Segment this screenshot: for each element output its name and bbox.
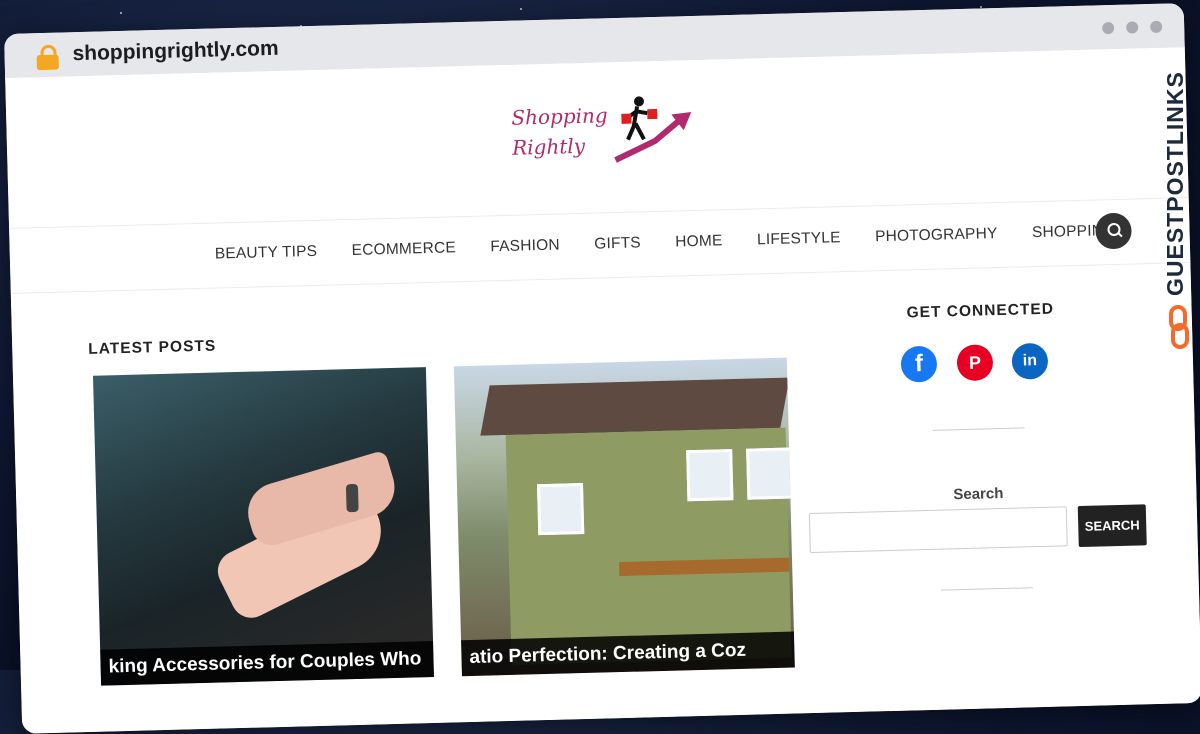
sidebar-divider xyxy=(932,427,1025,431)
window-controls xyxy=(1090,20,1163,40)
post-image xyxy=(480,377,790,436)
linkedin-icon[interactable]: in xyxy=(1011,342,1049,380)
search-toggle-button[interactable] xyxy=(1095,212,1133,250)
post-card[interactable]: atio Perfection: Creating a Coz xyxy=(453,357,795,677)
logo-line-1: Shopping xyxy=(511,103,608,130)
nav-item-beauty-tips[interactable]: BEAUTY TIPS xyxy=(215,243,318,264)
address-bar-url[interactable]: shoppingrightly.com xyxy=(72,37,279,66)
get-connected-heading: GET CONNECTED xyxy=(906,300,1055,322)
nav-item-lifestyle[interactable]: LIFESTYLE xyxy=(757,229,841,249)
nav-item-gifts[interactable]: GIFTS xyxy=(594,234,641,253)
chain-link-icon xyxy=(1169,305,1189,349)
logo-text: Shopping Rightly xyxy=(511,100,609,163)
search-button[interactable]: SEARCH xyxy=(1077,504,1147,548)
main-navigation: BEAUTY TIPS ECOMMERCE FASHION GIFTS HOME… xyxy=(9,197,1191,294)
search-label: Search xyxy=(953,484,1004,504)
shopper-arrow-icon xyxy=(614,96,692,163)
window-dot[interactable] xyxy=(1126,21,1139,34)
web-page: Shopping Rightly BEAUTY TIPS ECOMMERCE F… xyxy=(5,47,1200,734)
window-dot[interactable] xyxy=(1102,21,1115,35)
pinterest-icon[interactable]: P xyxy=(956,344,994,382)
watermark-text: GUESTPOSTLINKS xyxy=(1162,71,1188,296)
search-input[interactable] xyxy=(808,506,1068,554)
window-dot[interactable] xyxy=(1150,20,1163,33)
post-card[interactable]: king Accessories for Couples Who xyxy=(92,367,434,686)
nav-item-home[interactable]: HOME xyxy=(675,232,723,251)
guestpostlinks-watermark: GUESTPOSTLINKS xyxy=(1150,60,1200,360)
logo-line-2: Rightly xyxy=(511,133,586,160)
sidebar-divider xyxy=(940,587,1033,591)
nav-item-fashion[interactable]: FASHION xyxy=(490,237,560,257)
latest-posts-heading: LATEST POSTS xyxy=(88,337,217,358)
nav-item-photography[interactable]: PHOTOGRAPHY xyxy=(875,225,998,246)
nav-item-ecommerce[interactable]: ECOMMERCE xyxy=(351,239,456,260)
site-logo[interactable]: Shopping Rightly xyxy=(511,90,703,175)
browser-window: shoppingrightly.com Shopping Rightly BEA… xyxy=(4,3,1200,734)
facebook-icon[interactable]: f xyxy=(900,345,938,383)
lock-icon xyxy=(36,44,59,71)
post-title[interactable]: king Accessories for Couples Who xyxy=(100,640,434,686)
